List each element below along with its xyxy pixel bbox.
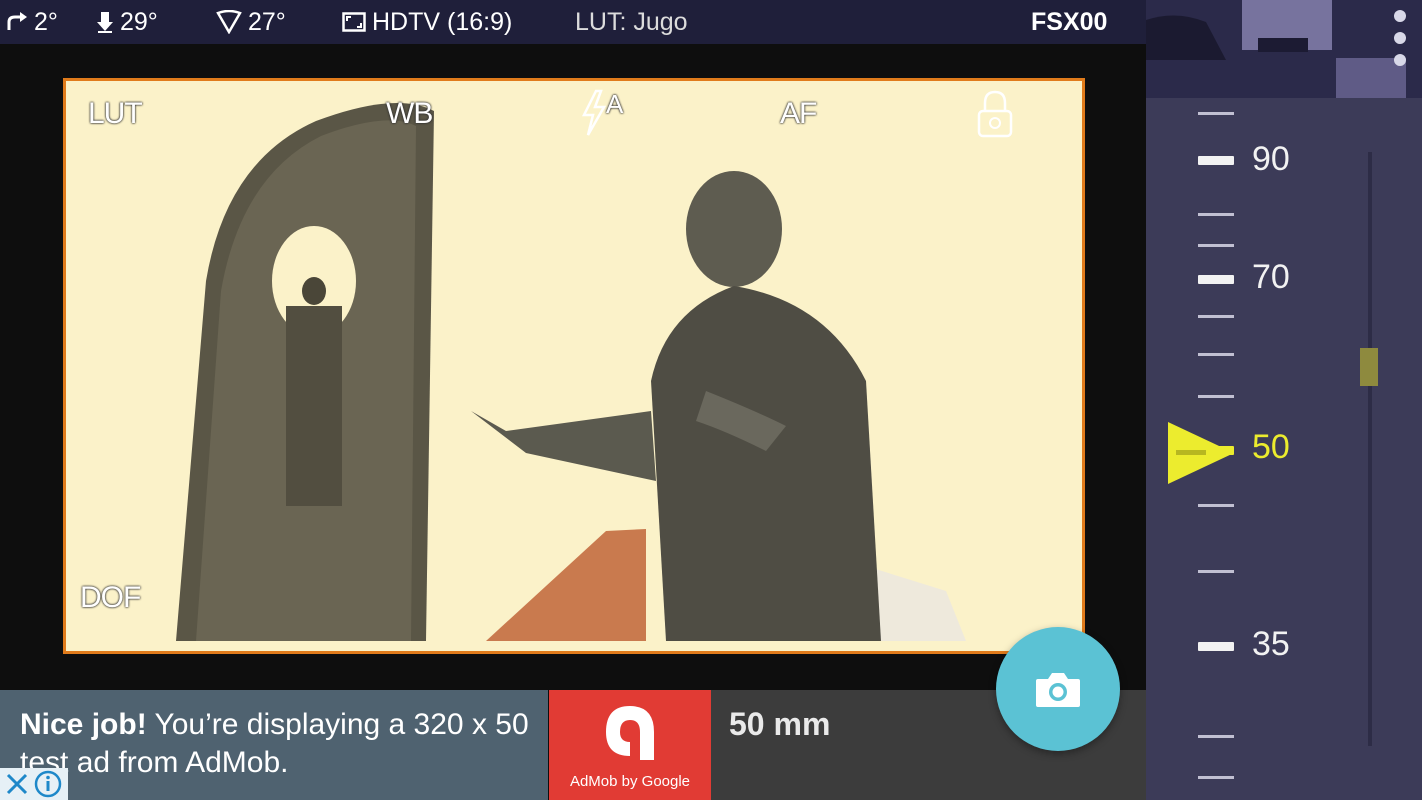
frame-guide: LUT WB A AF DOF (63, 78, 1085, 654)
down-arrow-icon (97, 12, 113, 33)
dial-tick (1198, 213, 1234, 216)
zoom-label-50[interactable]: 50 (1252, 428, 1290, 467)
ad-banner[interactable]: Nice job! You’re displaying a 320 x 50 t… (0, 690, 548, 800)
field-of-view-icon (216, 10, 242, 34)
dial-tick (1198, 244, 1234, 247)
zoom-label-35[interactable]: 35 (1252, 625, 1290, 664)
status-bar: 2° 29° 27° HDTV (16:9) LUT: Jugo FSX00 (0, 0, 1146, 44)
tilt-value: 2° (34, 7, 58, 36)
dial-tick (1198, 776, 1234, 779)
ad-logo-caption: AdMob by Google (569, 773, 691, 790)
lut-toggle[interactable]: LUT (88, 97, 143, 131)
camera-preview[interactable]: LUT WB A AF DOF (0, 44, 1146, 690)
dial-tick (1198, 112, 1234, 115)
more-options-icon[interactable] (1394, 10, 1406, 66)
ad-text: Nice job! You’re displaying a 320 x 50 t… (20, 706, 545, 782)
zoom-panel: 90 70 50 35 (1146, 0, 1422, 800)
lock-icon (977, 90, 1013, 138)
flash-mode-label: A (606, 89, 623, 119)
flash-toggle[interactable]: A (582, 89, 623, 137)
dial-tick (1198, 735, 1234, 738)
aspect-value: HDTV (16:9) (372, 7, 513, 36)
dial-tick (1198, 315, 1234, 318)
tilt-indicator: 2° (6, 0, 58, 44)
aspect-ratio-icon (342, 12, 366, 32)
ad-choices[interactable] (0, 768, 68, 800)
zoom-slider-track[interactable] (1368, 152, 1372, 746)
dial-tick (1198, 353, 1234, 356)
thumbnail-image (1146, 0, 1422, 98)
dial-tick (1198, 395, 1234, 398)
pitch-value: 29° (120, 7, 158, 36)
ad-logo[interactable]: AdMob by Google (549, 690, 711, 800)
aspect-button[interactable]: HDTV (16:9) (342, 0, 512, 44)
lut-status[interactable]: LUT: Jugo (575, 0, 688, 44)
dial-major-tick (1198, 275, 1234, 284)
preview-image (176, 103, 966, 641)
pitch-indicator: 29° (96, 0, 158, 44)
ad-headline: Nice job! (20, 708, 147, 741)
shutter-button[interactable] (996, 627, 1120, 751)
redo-arrow-icon (7, 12, 27, 30)
close-icon[interactable] (4, 771, 30, 797)
zoom-slider-thumb[interactable] (1360, 348, 1378, 386)
white-balance-toggle[interactable]: WB (386, 97, 433, 131)
dial-tick (1198, 504, 1234, 507)
angle-indicator: 27° (216, 0, 286, 44)
flash-icon (582, 89, 606, 136)
camera-id[interactable]: FSX00 (1031, 0, 1107, 44)
dial-tick (1198, 570, 1234, 573)
dial-pointer-icon[interactable] (1166, 420, 1236, 486)
autofocus-toggle[interactable]: AF (780, 97, 817, 131)
focal-length-value: 50 mm (729, 706, 831, 742)
gallery-thumbnail[interactable] (1146, 0, 1422, 98)
zoom-label-70[interactable]: 70 (1252, 258, 1290, 297)
admob-logo-icon (606, 706, 654, 760)
dial-major-tick (1198, 156, 1234, 165)
dial-major-tick (1198, 642, 1234, 651)
exposure-lock-button[interactable] (976, 89, 1014, 147)
info-icon[interactable] (34, 770, 62, 798)
angle-value: 27° (248, 7, 286, 36)
camera-icon (1036, 673, 1080, 707)
depth-of-field-toggle[interactable]: DOF (80, 581, 141, 615)
zoom-label-90[interactable]: 90 (1252, 140, 1290, 179)
